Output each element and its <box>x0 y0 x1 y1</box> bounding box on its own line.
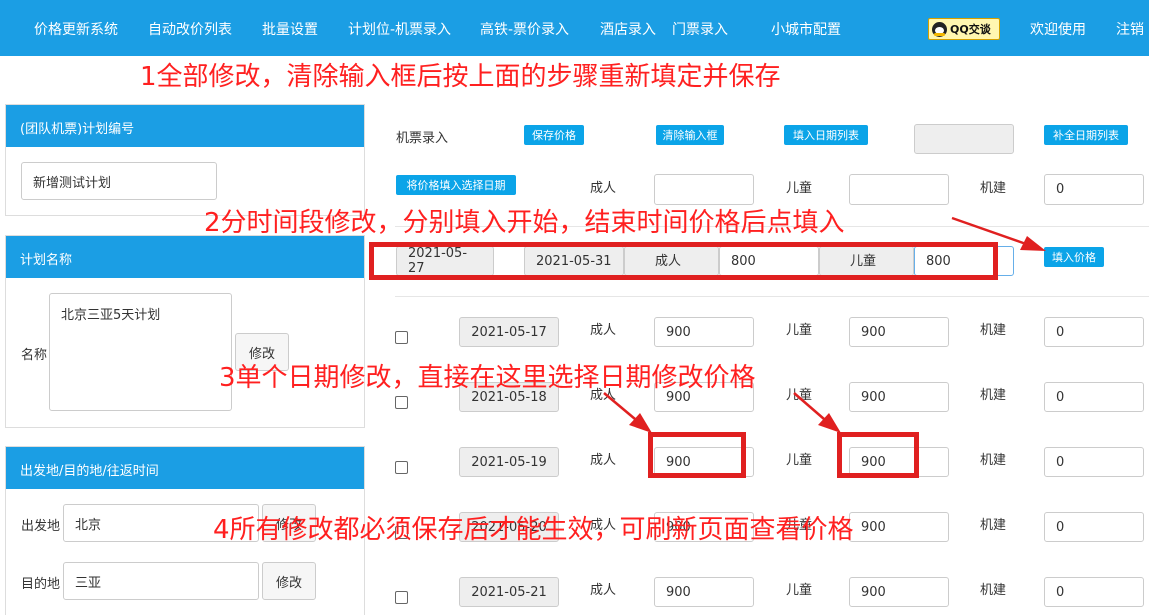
row-checkbox[interactable] <box>395 591 408 604</box>
fill-selected-dates-button[interactable]: 将价格填入选择日期 <box>396 175 516 195</box>
nav-ticket-entry[interactable]: 门票录入 <box>672 19 728 39</box>
top-navbar: 价格更新系统 自动改价列表 批量设置 计划位-机票录入 高铁-票价录入 酒店录入… <box>0 0 1149 56</box>
nav-price-update[interactable]: 价格更新系统 <box>34 19 118 39</box>
row-fuel-label: 机建 <box>980 453 1007 468</box>
row-fuel-input[interactable]: 0 <box>1044 317 1144 347</box>
row-fuel-input[interactable]: 0 <box>1044 447 1144 477</box>
batch-fuel-input[interactable]: 0 <box>1044 174 1144 205</box>
row-fuel-label: 机建 <box>980 518 1007 533</box>
divider <box>395 296 1149 297</box>
row-child-input[interactable]: 900 <box>849 512 949 542</box>
fill-price-button[interactable]: 填入价格 <box>1044 247 1104 267</box>
nav-hotel-entry[interactable]: 酒店录入 <box>600 19 656 39</box>
child-price-highlight-box <box>837 432 919 478</box>
fill-date-list-button[interactable]: 填入日期列表 <box>784 125 868 145</box>
row-fuel-label: 机建 <box>980 388 1007 403</box>
row-fuel-label: 机建 <box>980 323 1007 338</box>
row-checkbox[interactable] <box>395 396 408 409</box>
plan-name-panel: 计划名称 名称 北京三亚5天计划 修改 <box>5 235 365 428</box>
annotation-step-4: 4所有修改都必须保存后才能生效，可刷新页面查看价格 <box>213 515 854 545</box>
complete-date-list-button[interactable]: 补全日期列表 <box>1044 125 1128 145</box>
plan-number-panel: (团队机票)计划编号 新增测试计划 <box>5 104 365 216</box>
row-adult-label: 成人 <box>590 453 617 468</box>
row-checkbox[interactable] <box>395 461 408 474</box>
annotation-step-3: 3单个日期修改，直接在这里选择日期修改价格 <box>219 363 756 393</box>
dest-label: 目的地 <box>21 577 61 592</box>
row-adult-label: 成人 <box>590 323 617 338</box>
dest-modify-button[interactable]: 修改 <box>262 562 316 600</box>
clear-inputs-button[interactable]: 清除输入框 <box>656 125 724 145</box>
row-child-label: 儿童 <box>786 453 813 468</box>
row-child-label: 儿童 <box>786 388 813 403</box>
logout-link[interactable]: 注销 <box>1116 19 1144 39</box>
flight-entry-label: 机票录入 <box>396 131 449 146</box>
plan-name-textarea[interactable]: 北京三亚5天计划 <box>49 293 232 411</box>
adult-price-highlight-box <box>648 432 746 478</box>
child-label: 儿童 <box>786 181 813 196</box>
row-adult-input[interactable]: 900 <box>654 577 754 607</box>
nav-auto-price-list[interactable]: 自动改价列表 <box>148 19 232 39</box>
qq-penguin-icon <box>932 21 947 37</box>
depart-label: 出发地 <box>21 519 61 534</box>
nav-small-city-config[interactable]: 小城市配置 <box>771 19 841 39</box>
row-child-label: 儿童 <box>786 323 813 338</box>
fuel-label: 机建 <box>980 181 1007 196</box>
row-fuel-label: 机建 <box>980 583 1007 598</box>
qq-chat-label: QQ交谈 <box>950 23 991 36</box>
row-fuel-input[interactable]: 0 <box>1044 512 1144 542</box>
nav-flight-entry[interactable]: 计划位-机票录入 <box>348 19 451 39</box>
row-fuel-input[interactable]: 0 <box>1044 577 1144 607</box>
row-adult-input[interactable]: 900 <box>654 317 754 347</box>
welcome-text: 欢迎使用 <box>1030 22 1086 38</box>
row-child-input[interactable]: 900 <box>849 382 949 412</box>
range-highlight-box <box>369 242 998 280</box>
annotation-step-2: 2分时间段修改，分别填入开始，结束时间价格后点填入 <box>204 208 845 238</box>
row-date[interactable]: 2021-05-21 <box>459 577 559 607</box>
qq-chat-button[interactable]: QQ交谈 <box>928 18 1000 40</box>
plan-name-title: 计划名称 <box>6 236 364 278</box>
adult-label: 成人 <box>590 181 617 196</box>
name-label: 名称 <box>21 348 48 363</box>
row-child-input[interactable]: 900 <box>849 317 949 347</box>
date-list-field[interactable] <box>914 124 1014 154</box>
nav-batch-settings[interactable]: 批量设置 <box>262 19 318 39</box>
batch-adult-input[interactable] <box>654 174 754 205</box>
row-child-label: 儿童 <box>786 583 813 598</box>
annotation-step-1: 1全部修改，清除输入框后按上面的步骤重新填定并保存 <box>140 62 781 92</box>
dest-input[interactable]: 三亚 <box>63 562 259 600</box>
save-price-button[interactable]: 保存价格 <box>524 125 584 145</box>
row-adult-label: 成人 <box>590 583 617 598</box>
row-child-input[interactable]: 900 <box>849 577 949 607</box>
plan-number-input[interactable]: 新增测试计划 <box>21 162 217 200</box>
route-title: 出发地/目的地/往返时间 <box>6 447 364 489</box>
row-checkbox[interactable] <box>395 331 408 344</box>
row-date[interactable]: 2021-05-19 <box>459 447 559 477</box>
nav-rail-entry[interactable]: 高铁-票价录入 <box>480 19 569 39</box>
row-fuel-input[interactable]: 0 <box>1044 382 1144 412</box>
row-date[interactable]: 2021-05-17 <box>459 317 559 347</box>
batch-child-input[interactable] <box>849 174 949 205</box>
plan-number-title: (团队机票)计划编号 <box>6 105 364 147</box>
